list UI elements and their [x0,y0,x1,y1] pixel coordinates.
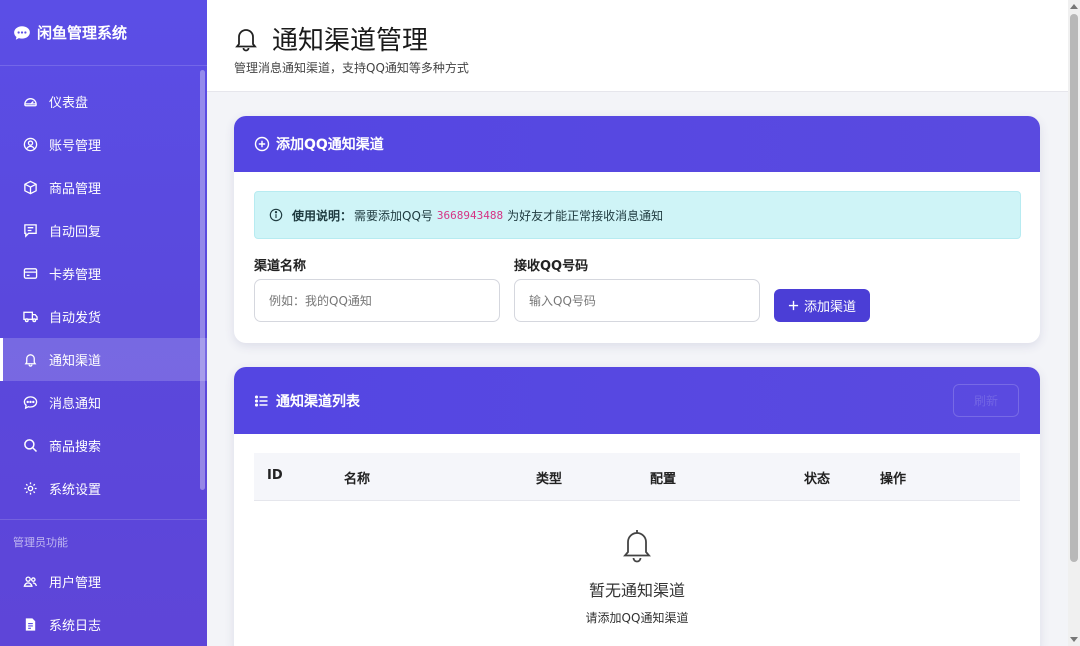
sidebar-item-label: 商品搜索 [49,440,102,455]
chat-lines-icon [24,224,37,238]
column-header-type: 类型 [536,472,563,487]
sidebar-item-label: 自动回复 [49,225,102,240]
column-header-status: 状态 [804,472,831,487]
empty-state: 暂无通知渠道 请添加QQ通知渠道 [234,527,1040,626]
card-icon [23,268,38,279]
chat-dots-icon [23,396,38,410]
info-icon [269,208,283,222]
scroll-up-arrow-icon[interactable] [1070,4,1078,9]
qq-number-label: 接收QQ号码 [514,259,589,274]
brand[interactable]: 闲鱼管理系统 [0,0,207,66]
truck-icon [23,311,38,323]
empty-state-subtitle: 请添加QQ通知渠道 [585,611,689,625]
qq-number-input[interactable]: 输入QQ号码 [514,279,760,322]
channel-name-input[interactable]: 例如：我的QQ通知 [254,279,500,322]
column-header-id: ID [267,468,283,483]
sidebar-item-label: 系统日志 [49,619,102,634]
speedometer-icon [24,98,37,107]
sidebar-item-user-management[interactable]: 用户管理 [0,560,207,603]
sidebar-nav: 仪表盘 账号管理 商品管理 自动回复 卡券管理 自动发货 通知渠道 消息通知 商… [0,66,207,646]
plus-circle-icon [254,136,270,152]
sidebar-item-settings[interactable]: 系统设置 [0,467,207,510]
admin-section-label: 管理员功能 [13,536,68,549]
list-icon [254,394,268,407]
scrollbar-thumb[interactable] [1070,14,1078,562]
sidebar-item-dashboard[interactable]: 仪表盘 [0,80,207,123]
add-channel-card-header: 添加QQ通知渠道 [234,116,1040,172]
sidebar-item-label: 消息通知 [49,397,102,412]
gear-icon [24,482,37,495]
table-header: ID 名称 类型 配置 状态 操作 [254,453,1020,501]
sidebar-item-message-notifications[interactable]: 消息通知 [0,381,207,424]
notice-label: 使用说明： [292,208,353,223]
usage-notice: 使用说明： 需要添加QQ号 3668943488 为好友才能正常接收消息通知 [254,191,1021,239]
notice-text-after: 为好友才能正常接收消息通知 [507,208,664,223]
sidebar-item-label: 用户管理 [49,576,102,591]
sidebar-item-label: 卡券管理 [49,268,102,283]
sidebar-item-auto-delivery[interactable]: 自动发货 [0,295,207,338]
notice-qq-number: 3668943488 [436,208,504,222]
column-header-name: 名称 [344,472,371,487]
add-channel-button-label: 添加渠道 [803,300,856,315]
sidebar-item-label: 账号管理 [49,139,102,154]
sidebar-item-notification-channels[interactable]: 通知渠道 [0,338,207,381]
document-icon [25,618,36,631]
page-scrollbar[interactable] [1068,0,1080,646]
page-header: 通知渠道管理 管理消息通知渠道，支持QQ通知等多种方式 [207,0,1068,92]
notice-text-before: 需要添加QQ号 [354,208,433,223]
bell-icon [235,28,257,51]
page-subtitle: 管理消息通知渠道，支持QQ通知等多种方式 [234,61,469,75]
sidebar-item-accounts[interactable]: 账号管理 [0,123,207,166]
sidebar-item-cards[interactable]: 卡券管理 [0,252,207,295]
page-title-text: 通知渠道管理 [272,26,429,56]
column-header-config: 配置 [650,472,677,487]
sidebar-item-label: 自动发货 [49,311,102,326]
sidebar-item-label: 仪表盘 [49,96,89,111]
sidebar-item-label: 通知渠道 [49,354,102,369]
channel-name-label: 渠道名称 [254,259,307,274]
empty-state-title: 暂无通知渠道 [588,581,685,600]
sidebar-item-label: 系统设置 [49,483,102,498]
sidebar: 闲鱼管理系统 仪表盘 账号管理 商品管理 自动回复 卡券管理 自动发货 通知渠道… [0,0,207,646]
main-content: 通知渠道管理 管理消息通知渠道，支持QQ通知等多种方式 添加QQ通知渠道 使用说… [207,0,1068,646]
sidebar-item-auto-reply[interactable]: 自动回复 [0,209,207,252]
scroll-down-arrow-icon[interactable] [1070,637,1078,642]
sidebar-item-product-search[interactable]: 商品搜索 [0,424,207,467]
brand-name: 闲鱼管理系统 [37,24,128,42]
plus-icon [788,300,799,311]
sidebar-item-system-logs[interactable]: 系统日志 [0,603,207,646]
sidebar-scrollbar[interactable] [200,70,205,490]
sidebar-item-products[interactable]: 商品管理 [0,166,207,209]
channel-list-card: 通知渠道列表 刷新 ID 名称 类型 配置 状态 操作 暂无通知渠道 请添加QQ… [234,367,1040,646]
user-circle-icon [23,137,38,152]
refresh-button[interactable]: 刷新 [953,384,1019,417]
channel-list-card-title: 通知渠道列表 [276,393,360,410]
search-icon [24,439,38,453]
page-title: 通知渠道管理 [234,20,1068,57]
add-channel-card: 添加QQ通知渠道 使用说明： 需要添加QQ号 3668943488 为好友才能正… [234,116,1040,343]
bell-icon [24,354,37,367]
bell-icon [623,530,651,563]
box-icon [24,180,37,195]
people-icon [23,576,38,587]
add-channel-card-title: 添加QQ通知渠道 [276,137,384,153]
add-channel-button[interactable]: 添加渠道 [774,289,870,322]
column-header-actions: 操作 [880,472,907,487]
sidebar-item-label: 商品管理 [49,182,102,197]
channel-list-card-header: 通知渠道列表 刷新 [234,367,1040,434]
chat-bubble-icon [14,25,30,40]
